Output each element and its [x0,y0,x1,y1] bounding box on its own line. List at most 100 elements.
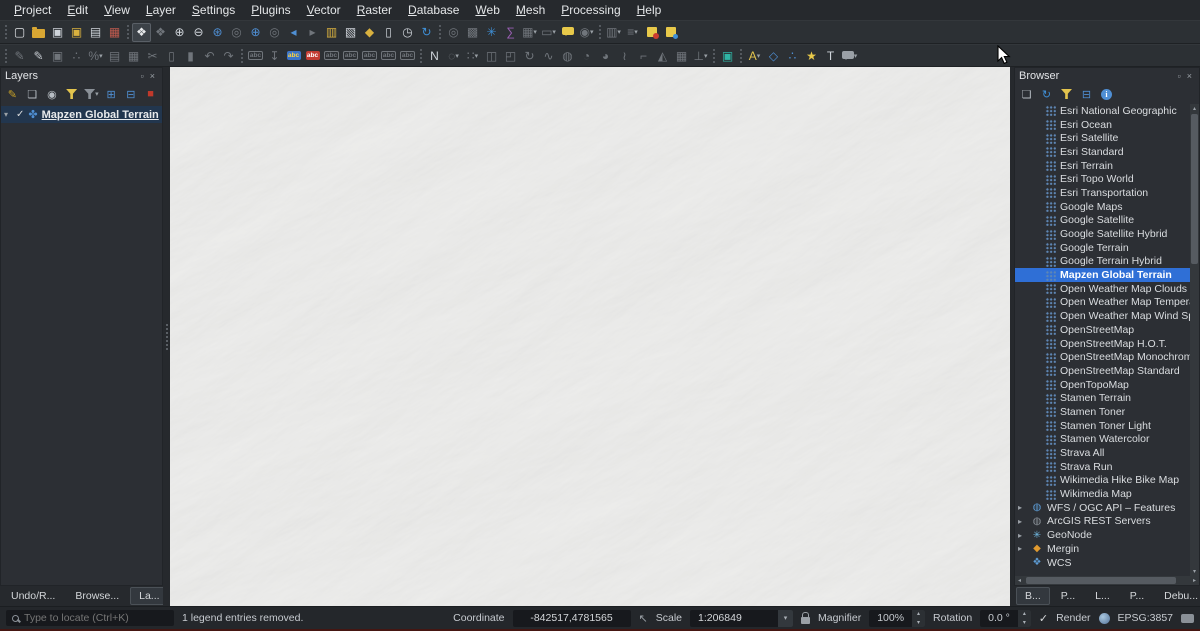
select-features-icon[interactable]: ▩ ▾ [463,23,482,42]
extent-toggle-icon[interactable]: ↖ [639,612,648,625]
menu-item[interactable]: Processing [553,1,628,19]
zoom-in-icon[interactable]: ⊕ ▾ [170,23,189,42]
browser-item[interactable]: Esri National Geographic [1015,104,1190,118]
expand-arrow-icon[interactable]: ▸ [1018,531,1027,540]
vertical-scrollbar[interactable]: ▴ ▾ [1190,104,1199,576]
curved-label-icon[interactable]: abc ▾ [398,46,417,65]
fill-ring-icon[interactable]: ◕ ▾ [596,46,615,65]
pin-labels-icon[interactable]: ↧ ▾ [265,46,284,65]
simplify-feature-icon[interactable]: ∿ ▾ [539,46,558,65]
vertex-tool-icon[interactable]: N ▾ [425,46,444,65]
toolbar-handle[interactable]: ▾ [737,46,745,65]
browser-item[interactable]: OpenStreetMap H.O.T. [1015,337,1190,351]
browser-item[interactable]: Google Satellite [1015,214,1190,228]
panel-float-icon[interactable]: ▫ [1175,71,1184,81]
rotate-feature-icon[interactable]: ↻ ▾ [520,46,539,65]
advanced-digitizing-icon[interactable]: % ▾ [86,46,105,65]
zoom-out-icon[interactable]: ⊖ ▾ [189,23,208,42]
layer-checkbox[interactable]: ✓ [16,109,24,120]
scale-combobox[interactable]: 1:206849 ▾ [690,610,793,627]
open-project-icon[interactable]: ▾ [29,23,48,42]
browser-item[interactable]: OpenTopoMap [1015,378,1190,392]
scroll-left-icon[interactable]: ◂ [1015,577,1024,584]
browser-item[interactable]: OpenStreetMap [1015,323,1190,337]
browser-item[interactable]: Stamen Toner Light [1015,419,1190,433]
messages-icon[interactable] [1181,614,1194,623]
spin-down-icon[interactable]: ▾ [912,618,925,627]
panel-close-icon[interactable]: × [1184,71,1195,81]
scroll-right-icon[interactable]: ▸ [1190,577,1199,584]
filter-legend-icon[interactable]: ▾ [63,86,80,103]
layer-item-mapzen-global-terrain[interactable]: ▾ ✓ ✤ Mapzen Global Terrain [1,106,162,123]
show-bookmarks-icon[interactable]: ▯ ▾ [379,23,398,42]
locator-input[interactable] [24,612,168,624]
diagram-options-icon[interactable]: ▦ ▾ [672,46,691,65]
map-canvas[interactable] [170,67,1010,606]
cut-features-icon[interactable]: ✂ ▾ [143,46,162,65]
form-annotation-icon[interactable]: ▾ [840,46,859,65]
add-selected-layers-icon[interactable]: ❏ ▾ [1018,86,1035,103]
text-annotation-off-icon[interactable]: ▾ [642,23,661,42]
collapse-all-icon[interactable]: ⊟ ▾ [123,86,140,103]
rotation-spinbox[interactable]: 0.0 ° ▴ ▾ [980,610,1031,627]
crs-indicator[interactable]: EPSG:3857 [1118,612,1173,624]
layer-expander-icon[interactable]: ▾ [4,110,12,119]
browser-connection-item[interactable]: ▸ ◍ WFS / OGC API – Features [1015,501,1190,515]
save-project-icon[interactable]: ▣ ▾ [48,23,67,42]
menu-item[interactable]: Layer [138,1,184,19]
processing-toolbox-icon[interactable]: ✳ ▾ [482,23,501,42]
browser-item[interactable]: Google Terrain Hybrid [1015,255,1190,269]
style-manager-icon[interactable]: ▦ ▾ [105,23,124,42]
label-toolbar-icon[interactable]: abc ▾ [246,46,265,65]
browser-item[interactable]: Esri Terrain [1015,159,1190,173]
move-label-icon[interactable]: abc ▾ [341,46,360,65]
zoom-to-selection-icon[interactable]: ◎ ▾ [265,23,284,42]
create-polygon-annotation-icon[interactable]: ◇ ▾ [764,46,783,65]
expand-arrow-icon[interactable]: ▸ [1018,503,1027,512]
merge-features-icon[interactable]: ◰ ▾ [501,46,520,65]
delete-part-icon[interactable]: ◭ ▾ [653,46,672,65]
add-part-icon[interactable]: ◔ ▾ [577,46,596,65]
browser-item[interactable]: Mapzen Global Terrain [1015,268,1190,282]
tracing-icon[interactable]: ⊥ ▾ [691,46,710,65]
measure-icon[interactable]: ▭ ▾ [539,23,558,42]
rotate-label-icon[interactable]: abc ▾ [360,46,379,65]
toolbar-handle[interactable]: ▾ [710,46,718,65]
menu-item[interactable]: Database [400,1,467,19]
remove-layer-icon[interactable]: ■ ▾ [142,86,159,103]
toolbar-handle[interactable]: ▾ [417,46,425,65]
map-tips-icon[interactable]: ▾ [558,23,577,42]
toolbar-handle[interactable]: ▾ [124,23,132,42]
dock-tab[interactable]: P... [1052,587,1084,605]
select-freehand-icon[interactable]: ◌ ▾ [444,46,463,65]
split-features-icon[interactable]: ◫ ▾ [482,46,501,65]
expand-arrow-icon[interactable]: ▸ [1018,544,1027,553]
chevron-down-icon[interactable]: ▾ [778,610,793,627]
open-layer-styling-panel-icon[interactable]: ✎ ▾ [4,86,21,103]
create-point-annotation-icon[interactable]: ∴ ▾ [783,46,802,65]
highlight-pinned-labels-icon[interactable]: abc ▾ [322,46,341,65]
menu-item[interactable]: Help [629,1,670,19]
dock-tab[interactable]: Debu... [1155,587,1200,605]
scale-lock-icon[interactable] [801,617,810,624]
browser-connection-item[interactable]: ❖ WCS [1015,556,1190,570]
spin-up-icon[interactable]: ▴ [912,610,925,619]
menu-item[interactable]: Vector [299,1,349,19]
zoom-native-icon[interactable]: ◎ ▾ [227,23,246,42]
scrollbar-thumb[interactable] [1191,114,1198,264]
save-layer-edits-icon[interactable]: ▣ ▾ [48,46,67,65]
add-feature-icon[interactable]: ∴ ▾ [67,46,86,65]
coordinate-field[interactable]: -842517,4781565 [513,610,631,627]
locator-search[interactable] [6,610,174,626]
browser-item[interactable]: Esri Transportation [1015,186,1190,200]
browser-item[interactable]: Strava Run [1015,460,1190,474]
pin-annotation-icon[interactable]: ▾ [661,23,680,42]
scroll-up-icon[interactable]: ▴ [1190,104,1199,113]
panel-splitter[interactable] [163,67,170,606]
new-map-view-icon[interactable]: ▥ ▾ [322,23,341,42]
browser-item[interactable]: Esri Ocean [1015,118,1190,132]
browser-item[interactable]: OpenStreetMap Monochrome [1015,350,1190,364]
manage-map-themes-icon[interactable]: ◉ ▾ [44,86,61,103]
trim-extend-icon[interactable]: ⌐ ▾ [634,46,653,65]
scrollbar-thumb[interactable] [1026,577,1176,584]
